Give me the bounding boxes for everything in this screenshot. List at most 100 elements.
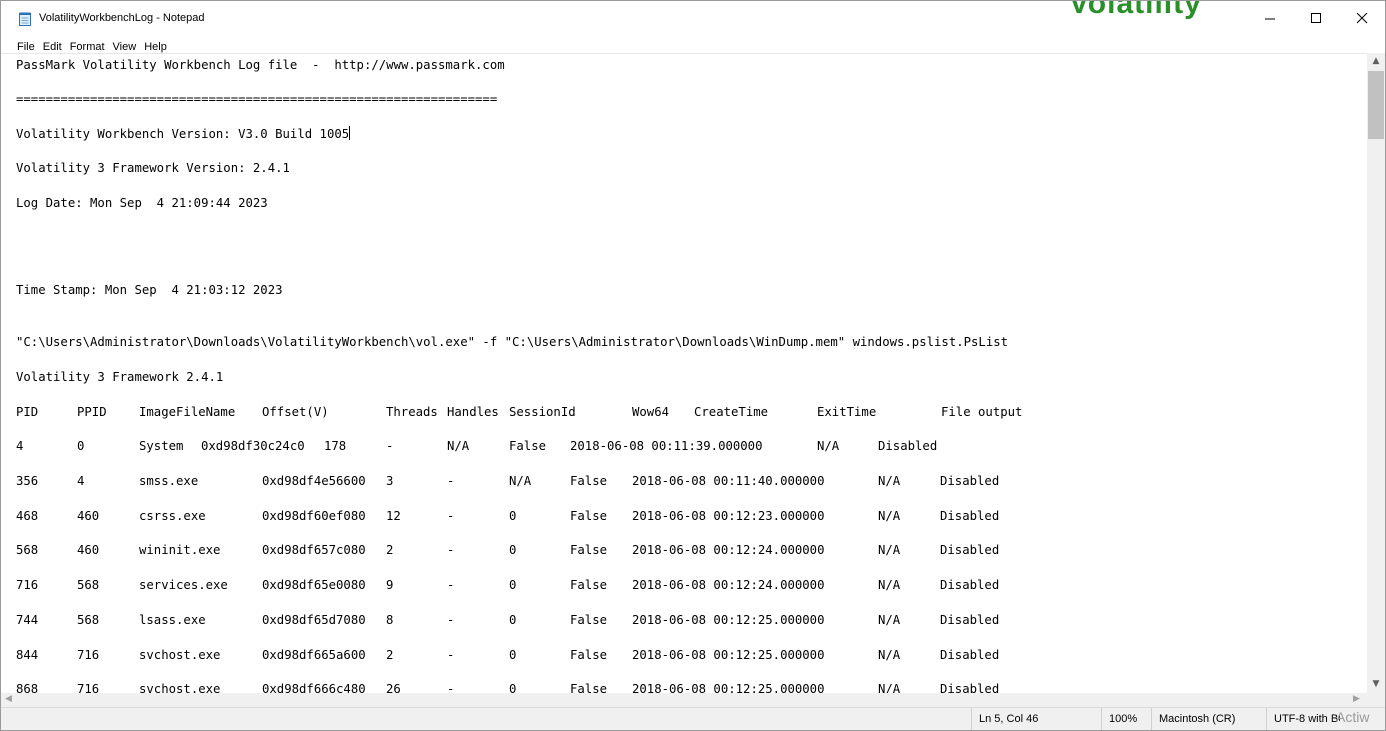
row-offset: 0xd98df4e56600 bbox=[262, 474, 366, 488]
row-file-output: Disabled bbox=[940, 612, 1000, 627]
header-ppid: PPID bbox=[77, 405, 107, 419]
text-caret bbox=[349, 126, 351, 140]
scroll-right-icon[interactable]: ▶ bbox=[1353, 694, 1360, 704]
row-exittime: N/A bbox=[878, 578, 901, 593]
row-wow64: False bbox=[570, 647, 608, 662]
row-sessionid: 0 bbox=[509, 647, 517, 662]
system-row-offset: 0xd98df30c24c0 bbox=[201, 439, 305, 453]
header-sessionid: SessionId bbox=[509, 405, 576, 419]
row-handles: - bbox=[447, 647, 455, 662]
row-wow64: False bbox=[570, 543, 608, 558]
row-imagefilename: wininit.exe bbox=[139, 543, 221, 558]
row-createtime: 2018-06-08 00:12:25.000000 bbox=[632, 647, 825, 662]
header-wow64: Wow64 bbox=[632, 405, 670, 419]
row-threads: 9 bbox=[386, 578, 394, 593]
log-date-line: Log Date: Mon Sep 4 21:09:44 2023 bbox=[16, 196, 268, 210]
header-file-output: File output bbox=[941, 405, 1023, 419]
separator-line: ========================================… bbox=[16, 92, 498, 106]
row-wow64: False bbox=[570, 578, 608, 593]
row-createtime: 2018-06-08 00:12:25.000000 bbox=[632, 612, 825, 627]
row-exittime: N/A bbox=[878, 647, 901, 662]
line-ending: Macintosh (CR) bbox=[1151, 708, 1259, 730]
row-pid: 356 bbox=[16, 474, 39, 488]
notepad-icon bbox=[19, 12, 31, 26]
header-imagefilename: ImageFileName bbox=[139, 405, 236, 419]
header-offset: Offset(V) bbox=[262, 405, 329, 419]
cursor-position: Ln 5, Col 46 bbox=[971, 708, 1099, 730]
row-pid: 844 bbox=[16, 647, 39, 662]
row-exittime: N/A bbox=[878, 612, 901, 627]
scrollbar-corner bbox=[1367, 693, 1385, 707]
scroll-left-icon[interactable]: ◀ bbox=[5, 694, 12, 704]
row-handles: - bbox=[447, 474, 455, 488]
row-imagefilename: svchost.exe bbox=[139, 647, 221, 662]
row-wow64: False bbox=[570, 474, 608, 488]
system-row-ppid: 0 bbox=[77, 439, 85, 453]
row-ppid: 460 bbox=[77, 543, 100, 558]
row-threads: 12 bbox=[386, 508, 401, 523]
row-createtime: 2018-06-08 00:12:24.000000 bbox=[632, 578, 825, 593]
row-pid: 744 bbox=[16, 612, 39, 627]
row-exittime: N/A bbox=[878, 543, 901, 558]
row-file-output: Disabled bbox=[940, 508, 1000, 523]
row-handles: - bbox=[447, 543, 455, 558]
row-exittime: N/A bbox=[878, 508, 901, 523]
row-ppid: 460 bbox=[77, 508, 100, 523]
row-createtime: 2018-06-08 00:12:23.000000 bbox=[632, 508, 825, 523]
text-editor[interactable]: PassMark Volatility Workbench Log file -… bbox=[1, 53, 1367, 694]
row-threads: 3 bbox=[386, 474, 394, 488]
row-imagefilename: services.exe bbox=[139, 578, 228, 593]
scroll-down-icon[interactable]: ▼ bbox=[1371, 679, 1381, 689]
row-sessionid: 0 bbox=[509, 543, 517, 558]
framework-version-line: Volatility 3 Framework Version: 2.4.1 bbox=[16, 161, 290, 175]
row-wow64: False bbox=[570, 612, 608, 627]
header-exittime: ExitTime bbox=[817, 405, 877, 419]
row-ppid: 4 bbox=[77, 474, 85, 488]
timestamp-line: Time Stamp: Mon Sep 4 21:03:12 2023 bbox=[16, 283, 283, 297]
status-bar: Ln 5, Col 46 100% Macintosh (CR) UTF-8 w… bbox=[1, 707, 1385, 730]
row-wow64: False bbox=[570, 508, 608, 523]
version-line: Volatility Workbench Version: V3.0 Build… bbox=[16, 126, 351, 142]
row-imagefilename: csrss.exe bbox=[139, 508, 206, 523]
close-button[interactable] bbox=[1340, 1, 1385, 35]
log-title-line: PassMark Volatility Workbench Log file -… bbox=[16, 58, 505, 72]
scroll-up-icon[interactable]: ▲ bbox=[1371, 56, 1381, 66]
version-text: Volatility Workbench Version: V3.0 Build… bbox=[16, 127, 350, 141]
system-row-wow64: False bbox=[509, 439, 547, 453]
system-row-sessionid: N/A bbox=[447, 439, 470, 453]
row-sessionid: 0 bbox=[509, 612, 517, 627]
header-pid: PID bbox=[16, 405, 39, 419]
zoom-level: 100% bbox=[1101, 708, 1149, 730]
row-imagefilename: lsass.exe bbox=[139, 612, 206, 627]
row-ppid: 568 bbox=[77, 612, 100, 627]
minimize-icon bbox=[1265, 18, 1275, 20]
row-offset: 0xd98df65e0080 bbox=[262, 578, 366, 593]
row-threads: 2 bbox=[386, 543, 394, 558]
system-row-imagefilename: System bbox=[139, 439, 184, 453]
vertical-scroll-thumb[interactable] bbox=[1368, 71, 1384, 139]
vertical-scrollbar[interactable]: ▲ ▼ bbox=[1367, 53, 1385, 693]
notepad-window: Volatility VolatilityWorkbenchLog - Note… bbox=[0, 0, 1386, 731]
row-handles: - bbox=[447, 578, 455, 593]
framework-line: Volatility 3 Framework 2.4.1 bbox=[16, 370, 224, 384]
system-row-exittime: N/A bbox=[817, 439, 840, 453]
system-row-file-output: Disabled bbox=[878, 439, 938, 453]
maximize-button[interactable] bbox=[1294, 1, 1340, 35]
row-offset: 0xd98df60ef080 bbox=[262, 508, 366, 523]
row-pid: 716 bbox=[16, 578, 39, 593]
row-createtime: 2018-06-08 00:12:24.000000 bbox=[632, 543, 825, 558]
row-file-output: Disabled bbox=[940, 647, 1000, 662]
minimize-button[interactable] bbox=[1248, 1, 1294, 35]
horizontal-scrollbar[interactable]: ◀ ▶ bbox=[1, 693, 1367, 707]
title-bar[interactable]: Volatility VolatilityWorkbenchLog - Note… bbox=[1, 1, 1385, 35]
row-offset: 0xd98df657c080 bbox=[262, 543, 366, 558]
system-row-pid: 4 bbox=[16, 439, 24, 453]
row-offset: 0xd98df665a600 bbox=[262, 647, 366, 662]
row-threads: 2 bbox=[386, 647, 394, 662]
system-row-handles: - bbox=[386, 439, 394, 453]
row-ppid: 568 bbox=[77, 578, 100, 593]
row-file-output: Disabled bbox=[940, 578, 1000, 593]
row-createtime: 2018-06-08 00:11:40.000000 bbox=[632, 474, 825, 488]
row-pid: 568 bbox=[16, 543, 39, 558]
row-file-output: Disabled bbox=[940, 474, 1000, 488]
